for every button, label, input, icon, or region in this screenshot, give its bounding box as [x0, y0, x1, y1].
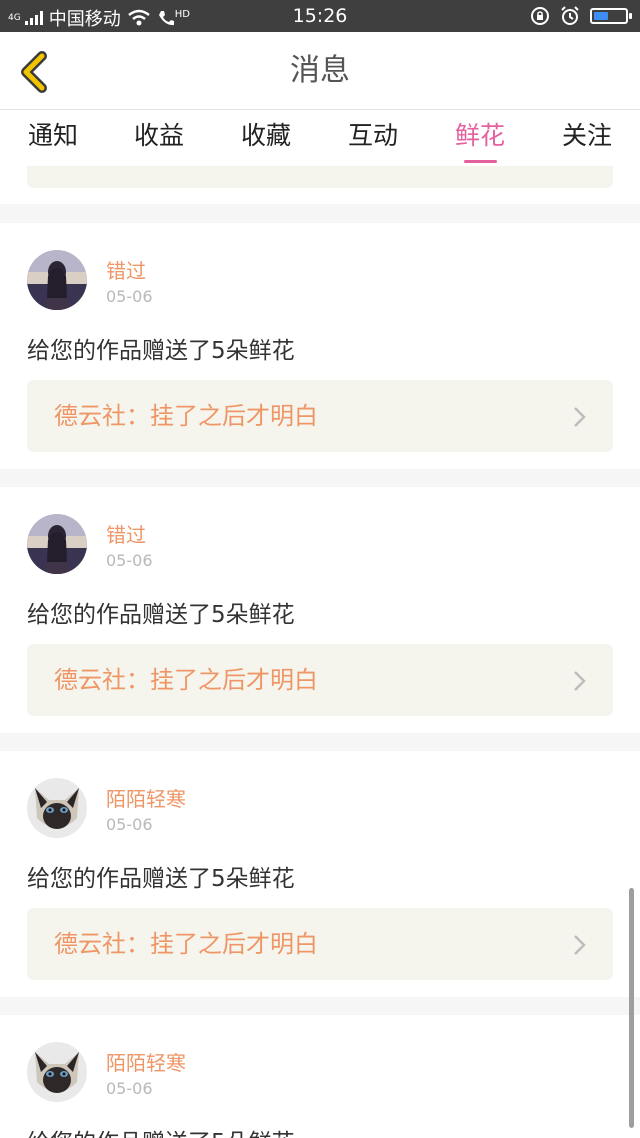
- tab-flowers[interactable]: 鲜花: [427, 110, 533, 166]
- message-card: 陌陌轻寒 05-06 给您的作品赠送了5朵鲜花 德云社：挂了之后才明白: [0, 751, 640, 997]
- work-link[interactable]: 德云社：挂了之后才明白: [27, 380, 613, 452]
- siamese-cat-avatar-icon: [27, 1042, 87, 1102]
- message-text: 给您的作品赠送了5朵鲜花: [27, 1123, 295, 1138]
- message-text: 给您的作品赠送了5朵鲜花: [27, 866, 295, 892]
- message-date: 05-06: [106, 1079, 153, 1098]
- message-date: 05-06: [106, 287, 153, 306]
- message-date: 05-06: [106, 551, 153, 570]
- user-name[interactable]: 陌陌轻寒: [106, 783, 186, 812]
- tab-bar: 通知 收益 收藏 互动 鲜花 关注: [0, 110, 640, 166]
- chevron-right-icon: [574, 935, 586, 955]
- tab-label: 通知: [27, 121, 78, 150]
- message-text: 给您的作品赠送了5朵鲜花: [27, 602, 295, 628]
- battery-icon: [590, 8, 632, 24]
- message-card-partial: [0, 166, 640, 204]
- message-card: 错过 05-06 给您的作品赠送了5朵鲜花 德云社：挂了之后才明白: [0, 487, 640, 733]
- work-link-partial[interactable]: [27, 166, 613, 188]
- tab-label: 收藏: [240, 121, 291, 150]
- siamese-cat-avatar-icon: [27, 778, 87, 838]
- work-link[interactable]: 德云社：挂了之后才明白: [27, 908, 613, 980]
- page-title: 消息: [290, 53, 350, 88]
- tab-label: 鲜花: [454, 121, 505, 150]
- chevron-right-icon: [574, 407, 586, 427]
- nav-header: 消息: [0, 32, 640, 110]
- tab-follow[interactable]: 关注: [534, 110, 640, 166]
- tab-favorites[interactable]: 收藏: [213, 110, 319, 166]
- girl-silhouette-avatar-icon: [27, 514, 87, 574]
- tab-earnings[interactable]: 收益: [106, 110, 212, 166]
- user-avatar[interactable]: [27, 1042, 87, 1102]
- tab-label: 收益: [133, 121, 184, 150]
- active-tab-indicator: [464, 160, 497, 163]
- user-name[interactable]: 陌陌轻寒: [106, 1047, 186, 1076]
- user-avatar[interactable]: [27, 250, 87, 310]
- message-card: 陌陌轻寒 05-06 给您的作品赠送了5朵鲜花: [0, 1015, 640, 1138]
- work-title: 德云社：挂了之后才明白: [54, 930, 318, 958]
- rotation-lock-icon: [531, 7, 549, 25]
- tab-interaction[interactable]: 互动: [320, 110, 426, 166]
- message-text: 给您的作品赠送了5朵鲜花: [27, 338, 295, 364]
- user-avatar[interactable]: [27, 778, 87, 838]
- tab-label: 互动: [347, 121, 398, 150]
- chevron-right-icon: [574, 671, 586, 691]
- tab-label: 关注: [561, 121, 612, 150]
- scrollbar[interactable]: [629, 888, 634, 1128]
- work-title: 德云社：挂了之后才明白: [54, 402, 318, 430]
- message-card: 错过 05-06 给您的作品赠送了5朵鲜花 德云社：挂了之后才明白: [0, 223, 640, 469]
- user-name[interactable]: 错过: [106, 519, 146, 548]
- work-title: 德云社：挂了之后才明白: [54, 666, 318, 694]
- alarm-icon: [561, 6, 579, 25]
- work-link[interactable]: 德云社：挂了之后才明白: [27, 644, 613, 716]
- user-avatar[interactable]: [27, 514, 87, 574]
- girl-silhouette-avatar-icon: [27, 250, 87, 310]
- status-bar: 4G 中国移动 HD 15:26: [0, 0, 640, 32]
- message-date: 05-06: [106, 815, 153, 834]
- user-name[interactable]: 错过: [106, 255, 146, 284]
- tab-notice[interactable]: 通知: [0, 110, 106, 166]
